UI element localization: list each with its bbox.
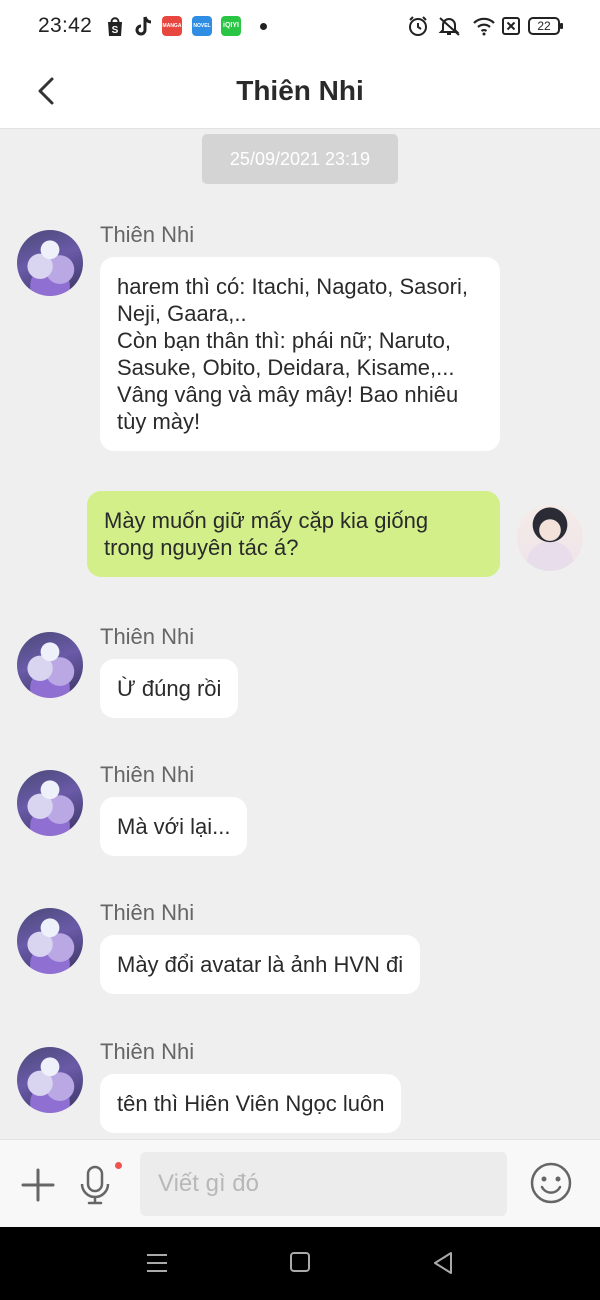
mute-icon [437, 15, 463, 42]
menu-icon [147, 1254, 167, 1272]
sender-name: Thiên Nhi [100, 1039, 195, 1064]
home-icon [290, 1252, 310, 1272]
battery-icon: 22 [528, 16, 564, 36]
alarm-icon [407, 15, 429, 42]
notification-dot [260, 23, 267, 30]
my-avatar[interactable] [517, 505, 583, 571]
sender-name: Thiên Nhi [100, 624, 195, 649]
back-nav-button[interactable] [431, 1249, 455, 1282]
message-input[interactable] [140, 1152, 507, 1216]
chat-header: Thiên Nhi [0, 55, 600, 129]
message-bubble[interactable]: tên thì Hiên Viên Ngọc luôn [100, 1074, 402, 1133]
page-title: Thiên Nhi [236, 75, 364, 106]
wifi-icon [472, 16, 496, 41]
microphone-icon [80, 1165, 110, 1205]
voice-button[interactable] [78, 1164, 112, 1211]
svg-text:S: S [112, 25, 119, 36]
message-item: Thiên Nhi harem thì có: Itachi, Nagato, … [0, 219, 600, 459]
avatar[interactable] [17, 230, 83, 296]
sender-name: Thiên Nhi [100, 762, 195, 787]
message-bubble-mine[interactable]: Mày muốn giữ mấy cặp kia giống trong ngu… [87, 491, 500, 577]
message-list[interactable]: 25/09/2021 23:19 Thiên Nhi harem thì có:… [0, 129, 600, 1139]
status-bar: 23:42 S MANGA TOON NOVEL TOON iQIYI 22 [0, 0, 600, 55]
emoji-button[interactable] [529, 1161, 573, 1210]
home-button[interactable] [289, 1249, 311, 1282]
date-separator: 25/09/2021 23:19 [202, 134, 398, 184]
system-nav-bar [0, 1227, 600, 1300]
mangatoon-icon: MANGA TOON [162, 16, 182, 36]
avatar[interactable] [17, 770, 83, 836]
attach-button[interactable] [19, 1166, 57, 1209]
battery-level: 22 [537, 19, 551, 33]
message-item: Thiên Nhi Ừ đúng rồi [0, 621, 600, 726]
message-item: Mày muốn giữ mấy cặp kia giống trong ngu… [0, 491, 600, 585]
composer-bar [0, 1139, 600, 1227]
shopee-icon: S [105, 15, 125, 42]
message-item: Thiên Nhi Mày đổi avatar là ảnh HVN đi [0, 897, 600, 1002]
status-time: 23:42 [38, 14, 93, 37]
sender-name: Thiên Nhi [100, 900, 195, 925]
sender-name: Thiên Nhi [100, 222, 195, 247]
message-bubble[interactable]: Mày đổi avatar là ảnh HVN đi [100, 935, 421, 994]
message-bubble[interactable]: Mà với lại... [100, 797, 248, 856]
recent-apps-button[interactable] [145, 1249, 169, 1282]
noveltoon-icon: NOVEL TOON [192, 16, 212, 36]
tiktok-icon [134, 15, 154, 42]
avatar[interactable] [17, 1047, 83, 1113]
sim-off-icon [501, 16, 521, 41]
message-bubble[interactable]: harem thì có: Itachi, Nagato, Sasori, Ne… [100, 257, 500, 451]
message-item: Thiên Nhi tên thì Hiên Viên Ngọc luôn [0, 1036, 600, 1139]
iqiyi-icon: iQIYI [221, 16, 241, 36]
avatar[interactable] [17, 908, 83, 974]
new-indicator-dot [115, 1162, 122, 1169]
plus-icon [21, 1168, 55, 1202]
avatar[interactable] [17, 632, 83, 698]
smiley-icon [530, 1162, 572, 1204]
message-bubble[interactable]: Ừ đúng rồi [100, 659, 239, 718]
back-icon [434, 1252, 452, 1274]
message-item: Thiên Nhi Mà với lại... [0, 759, 600, 864]
